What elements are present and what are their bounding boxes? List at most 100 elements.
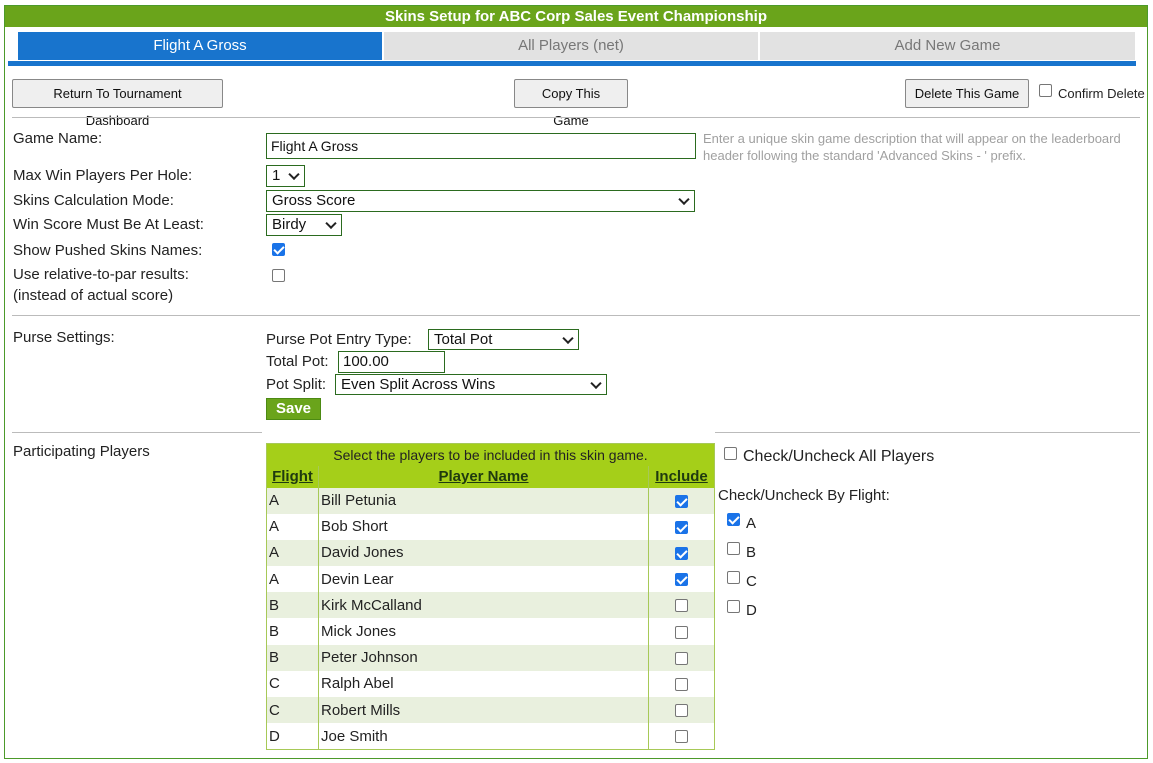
player-include-checkbox[interactable] (675, 599, 688, 613)
check-by-flight-label: Check/Uncheck By Flight: (718, 487, 890, 504)
player-include-cell (648, 592, 715, 619)
calc-mode-select[interactable]: Gross Score (266, 190, 695, 212)
player-include-checkbox[interactable] (675, 704, 688, 718)
player-flight: C (266, 670, 319, 697)
confirm-delete-checkbox[interactable] (1039, 84, 1052, 97)
player-name: Kirk McCalland (318, 592, 649, 619)
player-flight: A (266, 539, 319, 567)
calc-mode-label: Skins Calculation Mode: (13, 192, 174, 209)
game-name-input[interactable]: Flight A Gross (266, 133, 696, 159)
show-pushed-label: Show Pushed Skins Names: (13, 242, 203, 259)
flight-checkbox-d[interactable] (727, 600, 740, 613)
table-row: A Bill Petunia (266, 487, 715, 514)
game-tabs: Flight A Gross All Players (net) Add New… (13, 32, 1135, 60)
total-pot-label: Total Pot: (266, 353, 329, 370)
player-rows: A Bill Petunia A Bob Short A David Jones A Devi… (266, 487, 715, 750)
flight-checkbox-label: B (746, 544, 757, 561)
player-flight: A (266, 566, 319, 593)
entry-type-value: Total Pot (434, 331, 493, 348)
chevron-down-icon (562, 332, 574, 344)
player-flight: C (266, 697, 319, 724)
player-include-cell (648, 513, 715, 540)
player-name: David Jones (318, 539, 649, 567)
player-include-cell (648, 566, 715, 593)
flight-checkbox-c[interactable] (727, 571, 740, 584)
flight-checkbox-label: C (746, 573, 757, 590)
save-button[interactable]: Save (266, 398, 321, 420)
player-name: Bob Short (321, 518, 388, 536)
show-pushed-checkbox[interactable] (272, 243, 285, 256)
player-flight: B (266, 618, 319, 645)
total-pot-input[interactable]: 100.00 (338, 351, 445, 373)
table-row: A David Jones (266, 539, 715, 567)
player-flight: A (266, 513, 319, 540)
player-include-cell (648, 618, 715, 645)
player-include-checkbox[interactable] (675, 573, 688, 587)
player-include-cell (648, 539, 715, 567)
player-include-checkbox[interactable] (675, 547, 688, 560)
check-all-players-checkbox[interactable] (724, 447, 737, 460)
max-win-select[interactable]: 1 (266, 165, 305, 187)
player-include-checkbox[interactable] (675, 730, 688, 744)
player-name: Bill Petunia (318, 487, 649, 514)
chevron-down-icon (678, 193, 690, 206)
player-include-checkbox[interactable] (675, 494, 688, 508)
player-flight: B (266, 644, 319, 671)
pot-split-select[interactable]: Even Split Across Wins (335, 374, 607, 395)
max-win-value: 1 (272, 167, 281, 184)
entry-type-label: Purse Pot Entry Type: (266, 331, 412, 348)
player-include-checkbox[interactable] (675, 520, 688, 534)
return-to-dashboard-button[interactable]: Return To Tournament Dashboard (12, 79, 223, 128)
player-include-cell (648, 644, 715, 671)
copy-game-button[interactable]: Copy This Game (514, 79, 628, 128)
divider (12, 432, 262, 433)
participating-players-label: Participating Players (13, 443, 150, 460)
tab-flight-a-gross[interactable]: Flight A Gross (18, 32, 382, 60)
confirm-delete-label: Confirm Delete (1058, 86, 1145, 101)
calc-mode-value: Gross Score (272, 192, 356, 209)
table-row: A Bob Short (266, 513, 715, 540)
player-include-cell (648, 670, 715, 697)
flight-checkbox-label: A (746, 515, 757, 532)
players-table: Select the players to be included in thi… (266, 443, 715, 750)
tab-underline (8, 61, 1136, 66)
delete-game-button[interactable]: Delete This Game (905, 79, 1029, 108)
table-row: A Devin Lear (266, 566, 715, 593)
chevron-down-icon (288, 168, 300, 181)
player-name: Joe Smith (321, 727, 388, 745)
pot-split-label: Pot Split: (266, 376, 327, 393)
tab-add-new-game[interactable]: Add New Game (760, 32, 1135, 60)
column-header-include[interactable]: Include (648, 465, 715, 488)
table-row: C Robert Mills (266, 697, 715, 724)
player-name: Mick Jones (321, 623, 397, 641)
table-row: B Mick Jones (266, 618, 715, 645)
chevron-down-icon (590, 377, 602, 389)
page-title: Skins Setup for ABC Corp Sales Event Cha… (5, 6, 1147, 27)
player-flight: D (266, 723, 319, 750)
table-row: B Kirk McCalland (266, 592, 715, 619)
column-header-player-name[interactable]: Player Name (318, 465, 649, 488)
table-row: D Joe Smith (266, 723, 715, 750)
flight-checkbox-a[interactable] (727, 513, 740, 526)
relative-to-par-checkbox[interactable] (272, 269, 285, 282)
player-include-cell (648, 697, 715, 724)
flight-checkbox-b[interactable] (727, 542, 740, 555)
player-flight: A (266, 487, 319, 514)
divider (12, 117, 1140, 118)
player-name: Peter Johnson (318, 644, 649, 671)
column-header-flight[interactable]: Flight (266, 465, 319, 488)
player-include-cell (648, 723, 715, 750)
player-name: Robert Mills (318, 697, 649, 724)
win-score-select[interactable]: Birdy (266, 214, 342, 236)
player-include-checkbox[interactable] (675, 677, 688, 691)
table-row: B Peter Johnson (266, 644, 715, 671)
entry-type-select[interactable]: Total Pot (428, 329, 579, 350)
player-name: Devin Lear (321, 570, 394, 588)
tab-all-players-net[interactable]: All Players (net) (384, 32, 758, 60)
chevron-down-icon (325, 217, 337, 230)
players-table-caption: Select the players to be included in thi… (266, 443, 715, 466)
win-score-value: Birdy (272, 216, 307, 233)
pot-split-value: Even Split Across Wins (341, 376, 496, 393)
player-include-checkbox[interactable] (675, 651, 688, 665)
player-include-checkbox[interactable] (675, 625, 688, 639)
